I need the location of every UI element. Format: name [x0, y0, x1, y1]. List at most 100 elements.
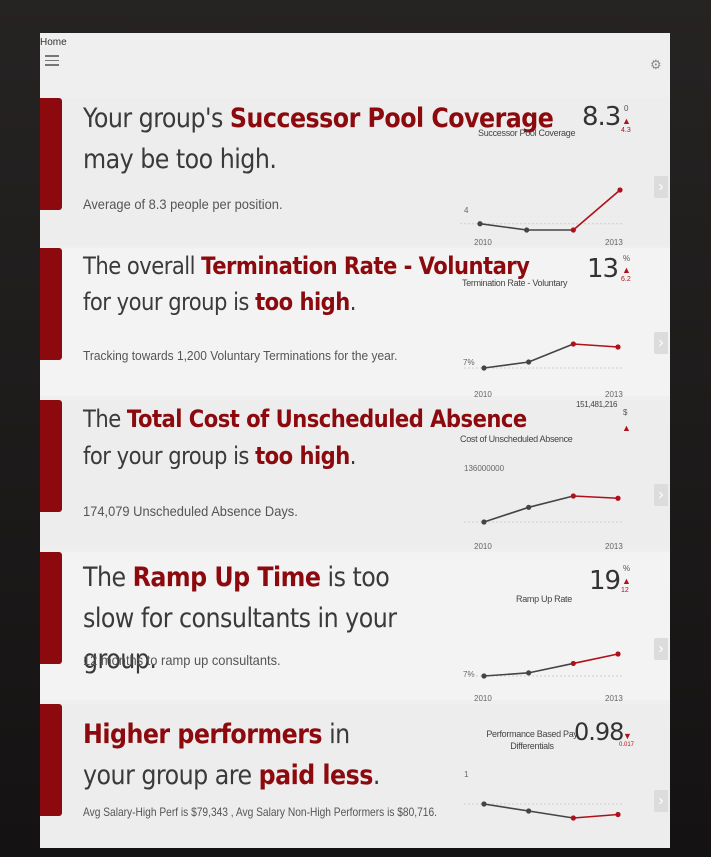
metric-unit: % [623, 564, 631, 573]
sparkline-point [570, 493, 576, 499]
sparkline [464, 493, 622, 525]
sparkline-segment [483, 506, 529, 523]
top-bar: Home ⚙ [40, 33, 670, 93]
start-year: 2010 [474, 390, 492, 399]
card-accent-bar [40, 704, 62, 816]
gear-icon[interactable]: ⚙ [650, 57, 662, 73]
sparkline [460, 187, 624, 233]
sparkline-point [615, 344, 621, 350]
chevron-right-icon[interactable]: › [654, 484, 668, 506]
start-year: 2010 [474, 694, 492, 703]
reference-value: 7% [463, 358, 475, 367]
insight-card[interactable]: The overall Termination Rate - Voluntary… [40, 248, 670, 399]
sparkline-point [570, 660, 576, 667]
card-subtext: 12 months to ramp up consultants. [83, 652, 281, 668]
metric-panel: Termination Rate - Voluntary 13 % ▲ 6.2 … [460, 248, 665, 399]
metric-unit: 0 [624, 104, 629, 113]
metric-panel: Ramp Up Rate 19 % ▲ 12 7% 2010 2013 [460, 552, 665, 703]
trend-up-icon: ▲ [622, 576, 631, 586]
card-accent-bar [40, 552, 62, 664]
end-year: 2013 [605, 390, 623, 399]
sparkline-segment [483, 361, 529, 369]
sparkline-point [481, 365, 487, 371]
insight-card[interactable]: The Total Cost of Unscheduled Absence fo… [40, 400, 670, 551]
sparkline [464, 801, 622, 821]
end-year: 2013 [605, 542, 623, 551]
metric-panel: Cost of Unscheduled Absence 151,481,216 … [460, 400, 665, 551]
card-subtext: Tracking towards 1,200 Voluntary Termina… [83, 348, 398, 363]
card-headline: The Total Cost of Unscheduled Absence fo… [83, 405, 527, 470]
metric-label: Termination Rate - Voluntary [462, 278, 568, 288]
metric-label: Successor Pool Coverage [478, 128, 576, 138]
sparkline-segment [573, 495, 619, 500]
card-headline: The overall Termination Rate - Voluntary… [83, 252, 530, 316]
sparkline-point [526, 808, 532, 814]
sparkline-segment [479, 222, 527, 231]
card-headline: Your group's Successor Pool Coverage may… [83, 103, 554, 175]
card-accent-bar [40, 400, 62, 512]
metric-delta: 12 [621, 587, 629, 594]
insight-card[interactable]: Your group's Successor Pool Coverage may… [40, 98, 670, 247]
sparkline-point [615, 495, 621, 501]
card-accent-bar [40, 98, 62, 210]
sparkline-point [570, 227, 576, 233]
sparkline-point [526, 670, 532, 676]
end-year: 2013 [605, 694, 623, 703]
reference-value: 7% [463, 670, 475, 679]
card-headline: Higher performers in your group are paid… [83, 719, 380, 791]
insight-card[interactable]: Higher performers in your group are paid… [40, 704, 670, 848]
sparkline-point [481, 801, 487, 807]
metric-panel: Successor Pool Coverage 8.3 0 ▲ 4.3 4 20… [460, 98, 665, 247]
sparkline-point [481, 673, 487, 679]
card-subtext: Average of 8.3 people per position. [83, 196, 283, 212]
metric-value: 151,481,216 [576, 400, 618, 409]
chevron-right-icon[interactable]: › [654, 790, 668, 812]
reference-value: 4 [464, 206, 469, 215]
sparkline-segment [573, 343, 619, 348]
chevron-right-icon[interactable]: › [654, 638, 668, 660]
chevron-right-icon[interactable]: › [654, 176, 668, 198]
reference-value: 136000000 [464, 464, 505, 473]
metric-unit: $ [623, 408, 628, 417]
sparkline-point [526, 504, 532, 510]
metric-delta: 6.2 [621, 276, 631, 283]
card-subtext: Avg Salary-High Perf is $79,343 , Avg Sa… [83, 805, 437, 819]
sparkline [464, 651, 622, 679]
sparkline-point [526, 359, 532, 365]
sparkline-segment [483, 803, 529, 812]
insight-card[interactable]: The Ramp Up Time is too slow for consult… [40, 552, 670, 703]
menu-icon[interactable] [45, 55, 59, 66]
sparkline-segment [528, 343, 574, 363]
metric-value: 8.3 [582, 102, 621, 132]
start-year: 2010 [474, 238, 492, 247]
sparkline-point [615, 811, 621, 818]
trend-up-icon: ▲ [622, 116, 631, 126]
sparkline-point [570, 341, 576, 347]
sparkline [464, 341, 622, 371]
sparkline-segment [528, 495, 574, 509]
card-accent-bar [40, 248, 62, 360]
trend-up-icon: ▲ [622, 265, 631, 275]
start-year: 2010 [474, 542, 492, 551]
sparkline-point [477, 221, 483, 227]
sparkline-segment [528, 810, 574, 819]
sparkline-point [617, 187, 623, 193]
metric-label: Ramp Up Rate [516, 594, 572, 604]
metric-value: 19 [589, 566, 621, 596]
metric-unit: % [623, 254, 631, 263]
sparkline-segment [573, 813, 619, 819]
sparkline-point [615, 651, 621, 657]
metric-label: Performance Based Pay Differentials [486, 729, 578, 751]
metric-label: Cost of Unscheduled Absence [460, 434, 573, 444]
sparkline-segment [528, 662, 574, 674]
home-link[interactable]: Home [40, 37, 67, 48]
sparkline-point [524, 227, 530, 233]
card-subtext: 174,079 Unscheduled Absence Days. [83, 503, 298, 519]
metric-value: 13 [587, 254, 619, 284]
sparkline-point [570, 815, 576, 821]
chevron-right-icon[interactable]: › [654, 332, 668, 354]
metric-panel: Performance Based Pay Differentials 0.98… [460, 704, 665, 848]
trend-up-icon: ▲ [622, 423, 631, 433]
sparkline-segment [573, 653, 619, 665]
trend-down-icon: ▼ [623, 731, 632, 741]
